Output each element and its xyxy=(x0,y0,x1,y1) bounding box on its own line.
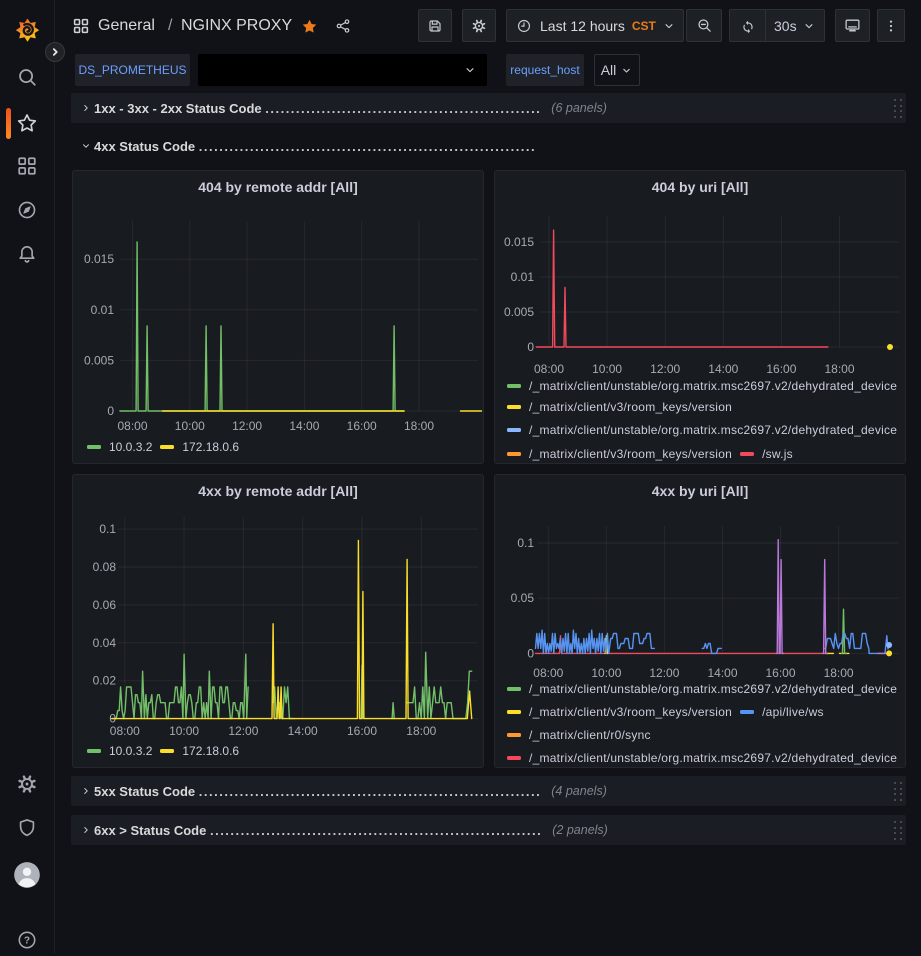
svg-text:0: 0 xyxy=(527,340,534,354)
svg-text:0.05: 0.05 xyxy=(511,591,535,605)
svg-text:0.04: 0.04 xyxy=(93,636,117,650)
svg-text:0.1: 0.1 xyxy=(99,522,116,536)
svg-text:0.015: 0.015 xyxy=(84,252,114,266)
svg-text:0.01: 0.01 xyxy=(91,303,115,317)
svg-text:14:00: 14:00 xyxy=(288,724,318,738)
svg-text:16:00: 16:00 xyxy=(347,724,377,738)
svg-text:0: 0 xyxy=(107,404,114,418)
svg-text:0.015: 0.015 xyxy=(504,235,534,249)
svg-text:0: 0 xyxy=(527,646,534,660)
svg-text:18:00: 18:00 xyxy=(824,666,854,680)
svg-text:18:00: 18:00 xyxy=(824,362,854,376)
svg-text:08:00: 08:00 xyxy=(534,362,564,376)
svg-text:12:00: 12:00 xyxy=(232,419,262,433)
svg-text:14:00: 14:00 xyxy=(289,419,319,433)
svg-text:0.08: 0.08 xyxy=(93,560,117,574)
svg-text:0.005: 0.005 xyxy=(84,353,114,367)
svg-text:08:00: 08:00 xyxy=(533,666,563,680)
svg-text:10:00: 10:00 xyxy=(591,666,621,680)
svg-text:12:00: 12:00 xyxy=(228,724,258,738)
svg-text:16:00: 16:00 xyxy=(766,362,796,376)
svg-text:0.02: 0.02 xyxy=(93,674,117,688)
svg-text:0.1: 0.1 xyxy=(517,536,534,550)
svg-text:18:00: 18:00 xyxy=(404,419,434,433)
svg-text:14:00: 14:00 xyxy=(708,362,738,376)
svg-text:08:00: 08:00 xyxy=(110,724,140,738)
svg-text:18:00: 18:00 xyxy=(406,724,436,738)
svg-text:10:00: 10:00 xyxy=(592,362,622,376)
svg-text:16:00: 16:00 xyxy=(347,419,377,433)
svg-text:12:00: 12:00 xyxy=(649,666,679,680)
svg-text:10:00: 10:00 xyxy=(169,724,199,738)
svg-text:0.01: 0.01 xyxy=(511,270,535,284)
svg-text:?: ? xyxy=(24,936,30,947)
svg-text:14:00: 14:00 xyxy=(707,666,737,680)
svg-text:0.06: 0.06 xyxy=(93,598,117,612)
svg-text:0.005: 0.005 xyxy=(504,305,534,319)
svg-text:10:00: 10:00 xyxy=(175,419,205,433)
svg-text:12:00: 12:00 xyxy=(650,362,680,376)
svg-text:16:00: 16:00 xyxy=(765,666,795,680)
svg-text:08:00: 08:00 xyxy=(117,419,147,433)
